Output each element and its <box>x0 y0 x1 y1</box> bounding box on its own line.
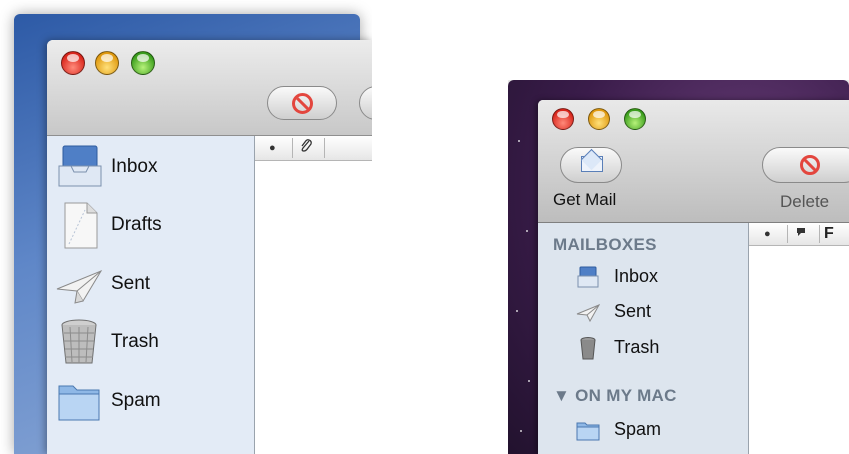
message-list-header: ● <box>255 136 372 161</box>
delete-button[interactable] <box>762 147 849 183</box>
sidebar-item-label: Inbox <box>614 266 659 286</box>
small-icons-view: Get Mail Delete MAILBOXES Inbox Sent Tra… <box>508 80 849 454</box>
column-divider <box>819 225 820 243</box>
section-header-on-my-mac[interactable]: ▼ ON MY MAC <box>553 386 677 406</box>
column-divider <box>292 138 293 158</box>
sidebar-item-sent[interactable]: Sent <box>576 298 746 326</box>
star <box>518 140 520 142</box>
mail-window: Inbox Drafts Sent Trash Spam ● <box>47 40 372 454</box>
sidebar-item-drafts[interactable]: Drafts <box>55 200 250 250</box>
unread-column-header[interactable]: ● <box>269 142 276 154</box>
delete-icon <box>292 93 313 114</box>
sidebar-item-label: Trash <box>111 331 159 352</box>
column-divider <box>324 138 325 158</box>
sidebar-item-sent[interactable]: Sent <box>55 259 250 309</box>
sidebar-item-label: Sent <box>614 301 652 321</box>
folder-icon <box>58 385 100 421</box>
mail-window: Get Mail Delete MAILBOXES Inbox Sent Tra… <box>538 100 849 454</box>
mailbox-sidebar: MAILBOXES Inbox Sent Trash ▼ ON MY MAC S… <box>538 223 749 454</box>
sent-icon <box>56 269 103 304</box>
sidebar-item-trash[interactable]: Trash <box>576 334 746 362</box>
close-button[interactable] <box>552 108 574 130</box>
sidebar-item-label: Sent <box>111 273 151 294</box>
minimize-button[interactable] <box>588 108 610 130</box>
get-mail-button[interactable] <box>560 147 622 183</box>
attachment-column-header[interactable] <box>299 138 313 158</box>
envelope-icon <box>581 156 603 172</box>
sidebar-item-inbox[interactable]: Inbox <box>576 263 746 291</box>
star <box>526 230 528 232</box>
close-button[interactable] <box>61 51 85 75</box>
column-divider <box>787 225 788 243</box>
folder-icon <box>576 422 600 441</box>
toolbar-button-partial[interactable] <box>359 86 372 120</box>
trash-icon <box>580 337 596 360</box>
mailbox-sidebar: Inbox Drafts Sent Trash Spam <box>47 136 255 454</box>
delete-label: Delete <box>780 192 830 211</box>
large-icons-view: Inbox Drafts Sent Trash Spam ● <box>0 0 372 454</box>
zoom-button[interactable] <box>131 51 155 75</box>
sent-icon <box>576 304 600 323</box>
delete-icon <box>800 155 820 175</box>
flag-column-header[interactable] <box>795 226 807 241</box>
window-toolbar: Get Mail Delete <box>538 100 849 223</box>
star <box>528 380 530 382</box>
unread-column-header[interactable]: ● <box>764 228 771 240</box>
trash-icon <box>61 319 97 364</box>
sidebar-item-spam[interactable]: Spam <box>55 376 250 426</box>
sidebar-item-label: Spam <box>614 419 662 439</box>
from-column-header[interactable]: F <box>824 225 834 243</box>
speech-flag-icon <box>797 228 805 236</box>
sidebar-item-spam[interactable]: Spam <box>576 416 746 444</box>
star <box>520 430 522 432</box>
sidebar-item-label: Inbox <box>111 156 158 177</box>
delete-button[interactable] <box>267 86 337 120</box>
sidebar-item-label: Spam <box>111 390 161 411</box>
get-mail-label: Get Mail <box>553 190 617 209</box>
paperclip-icon <box>301 139 312 152</box>
sidebar-item-label: Trash <box>614 337 660 357</box>
inbox-icon <box>58 145 102 187</box>
section-header-mailboxes: MAILBOXES <box>553 235 657 254</box>
sidebar-item-trash[interactable]: Trash <box>55 317 250 367</box>
window-toolbar <box>47 40 372 136</box>
message-list-header: ● F <box>749 223 849 246</box>
zoom-button[interactable] <box>624 108 646 130</box>
star <box>516 310 518 312</box>
sidebar-item-inbox[interactable]: Inbox <box>55 142 250 192</box>
drafts-icon <box>64 202 98 249</box>
sidebar-item-label: Drafts <box>111 214 162 235</box>
minimize-button[interactable] <box>95 51 119 75</box>
inbox-icon <box>577 266 599 288</box>
